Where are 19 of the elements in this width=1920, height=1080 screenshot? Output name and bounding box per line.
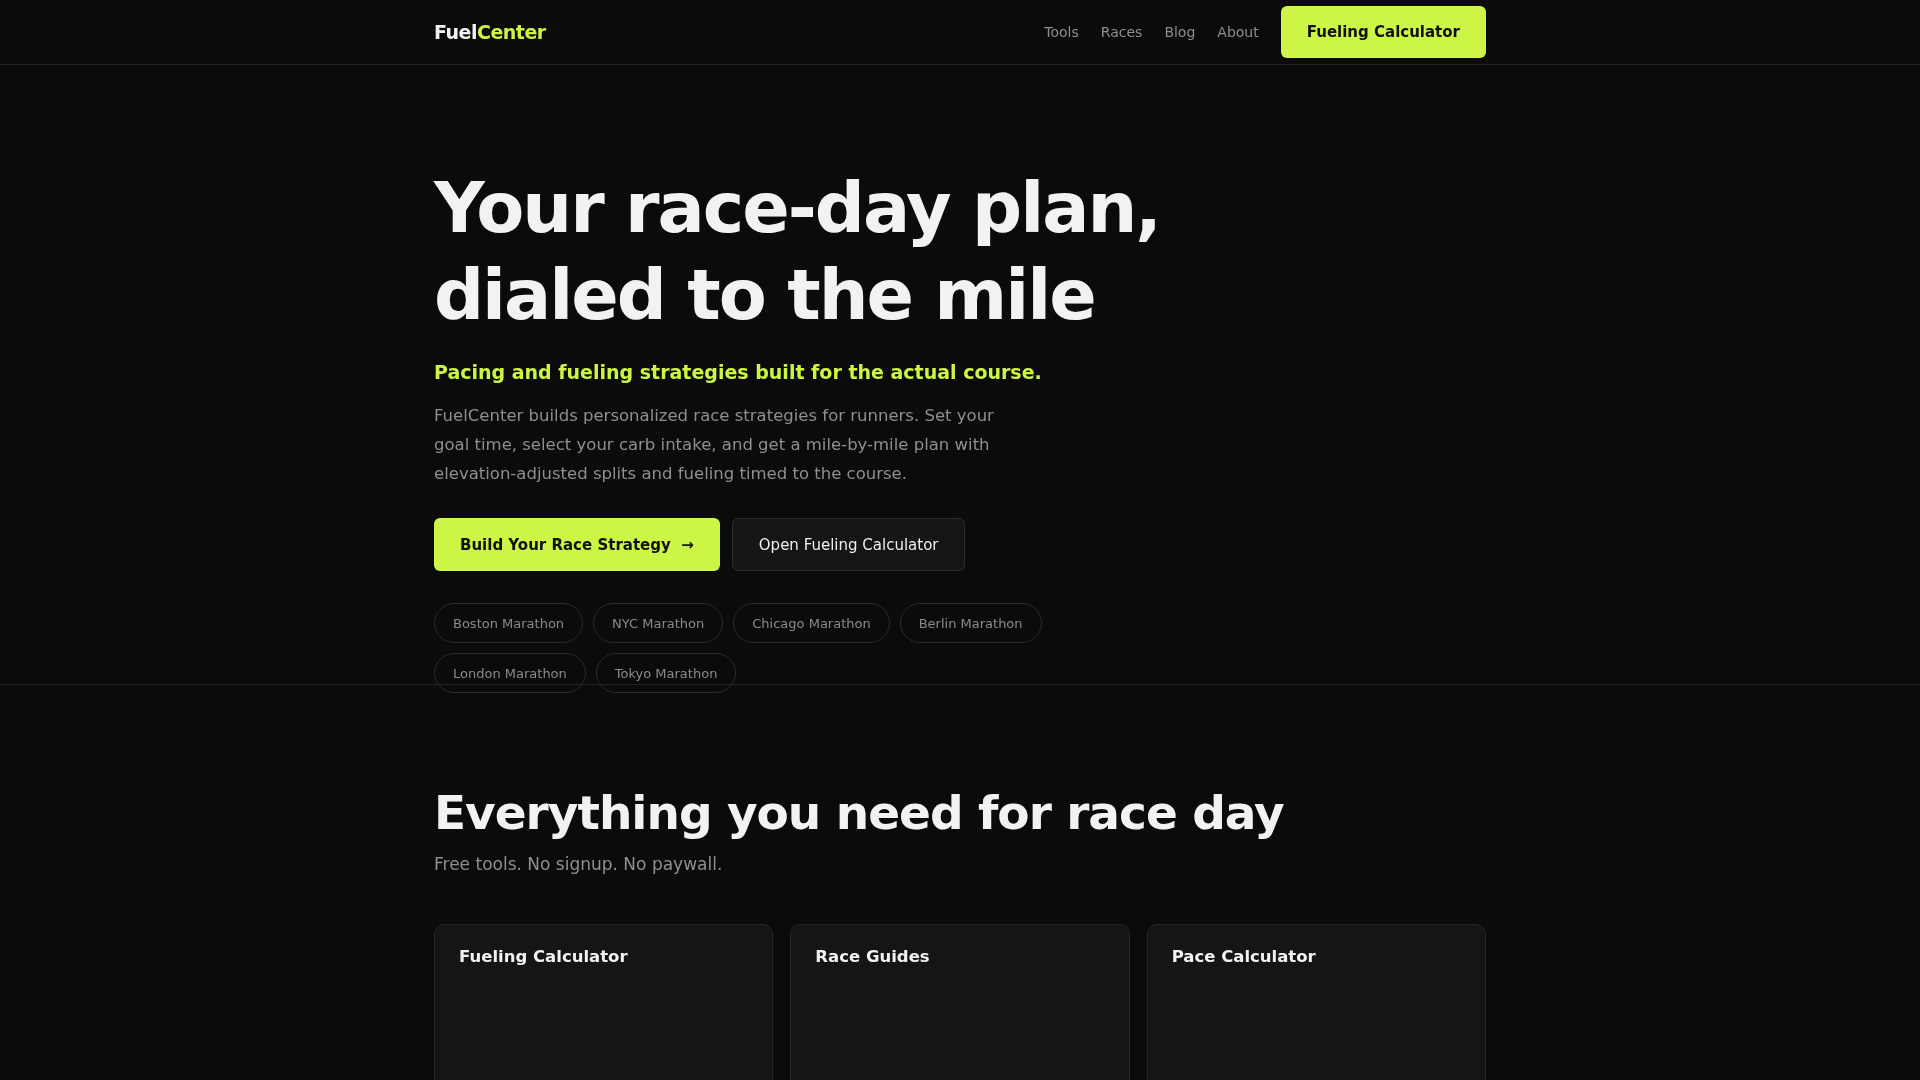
card-title: Race Guides [815,947,931,966]
hero-title: Your race-day plan, dialed to the mile [434,166,1161,338]
feature-card[interactable]: Race Guides [790,924,1130,1080]
nav-link[interactable]: Tools [1044,24,1079,40]
build-strategy-button[interactable]: Build Your Race Strategy → [434,518,720,571]
fueling-calculator-button[interactable]: Fueling Calculator [1280,6,1486,58]
nav-link[interactable]: About [1217,24,1259,40]
nav-link[interactable]: Races [1100,24,1143,40]
section-subtitle: Free tools. No signup. No paywall. [434,854,724,874]
feature-card[interactable]: Fueling Calculator [434,924,774,1080]
nav-link[interactable]: Blog [1164,24,1196,40]
site-logo[interactable]: FuelCenter [434,21,546,43]
card-title: Pace Calculator [1171,947,1317,966]
section-title: Everything you need for race day [434,785,1285,840]
card-title: Fueling Calculator [459,947,629,966]
description: FuelCenter builds personalized race strategies for runners. Set your goal time, select your carb intake, and get a mile-by-mile plan with elevation-adjusted splits and fueling timed to the course. [434,405,994,485]
open-calculator-button[interactable]: Open Fueling Calculator [731,518,966,571]
tagline: Pacing and fueling strategies built for the actual course. [434,361,1043,383]
feature-card[interactable]: Pace Calculator [1146,924,1486,1080]
